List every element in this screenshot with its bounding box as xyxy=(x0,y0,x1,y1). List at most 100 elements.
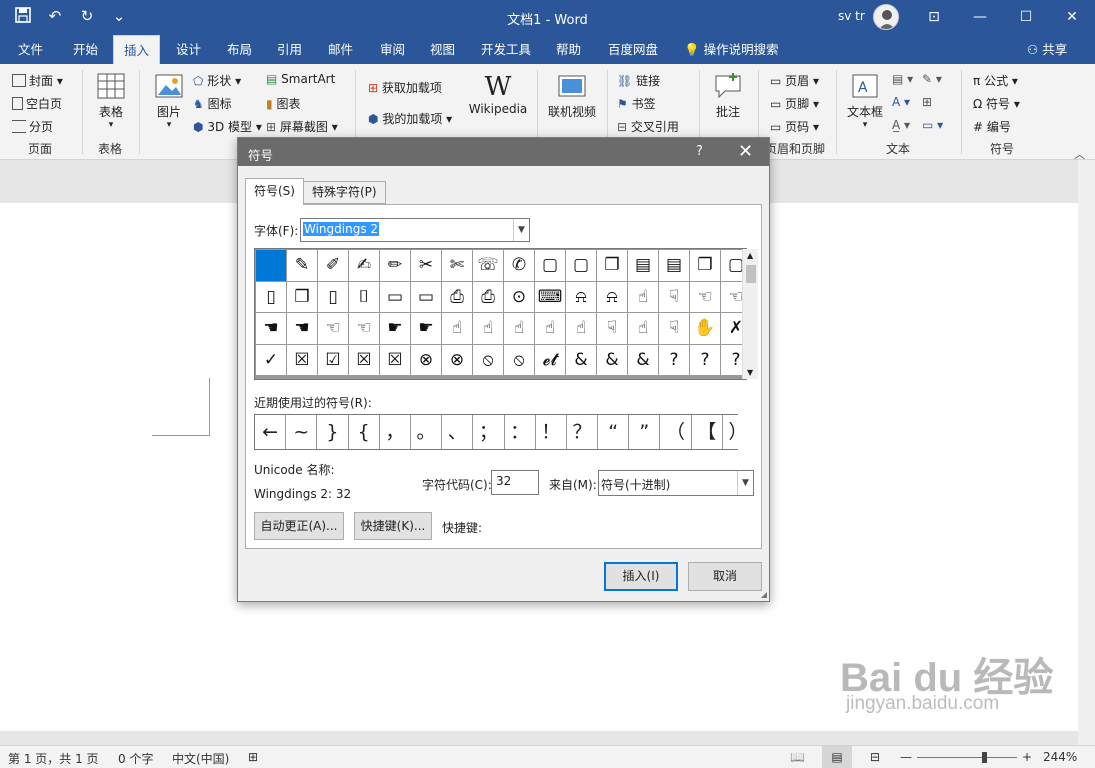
symbol-cell[interactable]: ⊙ xyxy=(504,281,534,312)
symbol-cell[interactable]: ☒ xyxy=(380,344,410,375)
table-button[interactable]: 表格 ▾ xyxy=(92,72,130,130)
recent-symbol-cell[interactable]: ； xyxy=(473,415,504,449)
symbol-cell[interactable]: ⎙ xyxy=(442,281,472,312)
symbol-cell[interactable]: ☒ xyxy=(287,344,317,375)
symbol-cell[interactable]: ⌷ xyxy=(349,281,379,312)
picture-button[interactable]: 图片 ▾ xyxy=(150,72,188,130)
quick-parts-icon[interactable]: ▤ ▾ xyxy=(892,72,913,86)
symbol-cell[interactable]: ☏ xyxy=(473,250,503,281)
symbol-cell[interactable]: ☛ xyxy=(411,313,441,344)
recent-symbol-cell[interactable]: 。 xyxy=(410,415,442,449)
recent-symbol-cell[interactable]: ） xyxy=(722,415,753,449)
scroll-thumb[interactable] xyxy=(746,265,756,283)
recent-symbol-cell[interactable]: ~ xyxy=(286,415,317,449)
online-video-button[interactable]: 联机视频 xyxy=(543,72,601,120)
symbol-cell[interactable]: ⊗ xyxy=(442,344,472,375)
symbol-cell[interactable]: ⦸ xyxy=(504,344,534,375)
recent-symbol-cell[interactable]: （ xyxy=(660,415,691,449)
help-icon[interactable]: ? xyxy=(696,144,703,159)
zoom-level[interactable]: 244% xyxy=(1043,750,1077,764)
symbol-cell[interactable]: ✋ xyxy=(690,313,720,344)
symbol-cell[interactable]: ▤ xyxy=(628,250,658,281)
tab-design[interactable]: 设计 xyxy=(176,35,201,64)
print-layout-icon[interactable]: ▤ xyxy=(822,746,852,768)
read-mode-icon[interactable]: 📖 xyxy=(790,750,805,764)
symbol-cell[interactable]: ▤ xyxy=(659,250,689,281)
insert-button[interactable]: 插入(I) xyxy=(604,562,678,591)
close-icon[interactable]: ✕ xyxy=(738,141,753,162)
equation-button[interactable]: π 公式 ▾ xyxy=(973,72,1018,89)
maximize-button[interactable]: ☐ xyxy=(1003,0,1049,34)
macro-record-icon[interactable]: ⊞ xyxy=(248,750,258,764)
symbol-cell[interactable]: & xyxy=(566,344,596,375)
minimize-button[interactable]: — xyxy=(957,0,1003,34)
recent-symbol-cell[interactable]: { xyxy=(348,415,379,449)
recent-symbol-cell[interactable]: ？ xyxy=(566,415,598,449)
symbol-button[interactable]: Ω 符号 ▾ xyxy=(973,95,1020,112)
symbol-cell[interactable]: ❐ xyxy=(287,281,317,312)
cross-reference-button[interactable]: ⊟ 交叉引用 xyxy=(617,118,679,135)
tab-developer[interactable]: 开发工具 xyxy=(481,35,531,64)
font-select[interactable]: Wingdings 2 ▼ xyxy=(300,218,530,242)
language[interactable]: 中文(中国) xyxy=(172,750,229,767)
symbol-cell[interactable]: ⍾ xyxy=(566,281,596,312)
symbol-cell[interactable]: ✓ xyxy=(256,344,286,375)
share-button[interactable]: ⚇ 共享 xyxy=(1027,35,1067,64)
vertical-scrollbar[interactable] xyxy=(1078,160,1095,745)
header-button[interactable]: ▭ 页眉 ▾ xyxy=(770,72,819,89)
zoom-slider[interactable] xyxy=(917,757,1017,758)
symbol-cell[interactable]: ▭ xyxy=(411,281,441,312)
zoom-out-button[interactable]: — xyxy=(900,750,912,764)
symbol-cell[interactable]: ? xyxy=(659,344,689,375)
get-addins-button[interactable]: ⊞ 获取加载项 xyxy=(368,79,442,96)
blank-page-button[interactable]: 空白页 xyxy=(12,95,62,112)
tab-insert[interactable]: 插入 xyxy=(113,35,161,64)
textbox-button[interactable]: A 文本框 ▾ xyxy=(843,72,887,130)
chevron-down-icon[interactable]: ▼ xyxy=(737,471,753,495)
symbol-cell[interactable]: ▢ xyxy=(566,250,596,281)
scroll-up-icon[interactable]: ▲ xyxy=(747,251,753,260)
zoom-slider-thumb[interactable] xyxy=(982,752,987,763)
symbol-cell[interactable]: ✎ xyxy=(287,250,317,281)
recent-symbol-cell[interactable]: ！ xyxy=(535,415,566,449)
page-break-button[interactable]: 分页 xyxy=(12,118,53,135)
symbol-cell[interactable]: ☑ xyxy=(318,344,348,375)
user-name[interactable]: sv tr xyxy=(838,9,865,23)
symbol-cell[interactable] xyxy=(256,250,286,281)
recent-symbol-cell[interactable]: ” xyxy=(629,415,660,449)
tab-symbols[interactable]: 符号(S) xyxy=(245,178,304,205)
tab-help[interactable]: 帮助 xyxy=(556,35,581,64)
symbol-cell[interactable]: ✍ xyxy=(349,250,379,281)
resize-grip-icon[interactable]: ◢ xyxy=(761,590,767,599)
screenshot-button[interactable]: ⊞ 屏幕截图 ▾ xyxy=(266,118,338,135)
tab-baidu-netdisk[interactable]: 百度网盘 xyxy=(608,35,658,64)
ribbon-display-options-icon[interactable]: ⊡ xyxy=(911,0,957,34)
symbol-cell[interactable]: ⦸ xyxy=(473,344,503,375)
3d-models-button[interactable]: ⬢ 3D 模型 ▾ xyxy=(193,118,262,135)
symbol-cell[interactable]: ☝ xyxy=(628,313,658,344)
web-layout-icon[interactable]: ⊟ xyxy=(870,750,880,764)
footer-button[interactable]: ▭ 页脚 ▾ xyxy=(770,95,819,112)
character-code-input[interactable]: 32 xyxy=(491,470,539,495)
close-window-button[interactable]: ✕ xyxy=(1049,0,1095,34)
symbol-cell[interactable]: ☟ xyxy=(659,281,689,312)
cover-page-button[interactable]: 封面 ▾ xyxy=(12,72,63,89)
symbol-cell[interactable]: ☝ xyxy=(504,313,534,344)
symbol-cell[interactable]: ▯ xyxy=(256,281,286,312)
symbol-cell[interactable]: ✏ xyxy=(380,250,410,281)
symbol-cell[interactable]: ☛ xyxy=(380,313,410,344)
link-button[interactable]: ⛓ 链接 xyxy=(617,72,660,89)
tab-review[interactable]: 审阅 xyxy=(380,35,405,64)
recent-symbol-cell[interactable]: ← xyxy=(255,415,286,449)
symbol-cell[interactable]: ⎙ xyxy=(473,281,503,312)
symbol-cell[interactable]: ▢ xyxy=(535,250,565,281)
symbol-cell[interactable]: ▭ xyxy=(380,281,410,312)
symbol-cell[interactable]: ☝ xyxy=(473,313,503,344)
autocorrect-button[interactable]: 自动更正(A)... xyxy=(254,512,344,540)
object-icon[interactable]: ▭ ▾ xyxy=(922,118,943,132)
chevron-down-icon[interactable]: ▼ xyxy=(513,219,529,241)
word-count[interactable]: 0 个字 xyxy=(118,750,153,767)
avatar[interactable] xyxy=(873,4,899,30)
zoom-in-button[interactable]: + xyxy=(1022,750,1032,764)
from-select[interactable]: 符号(十进制) ▼ xyxy=(598,470,754,496)
